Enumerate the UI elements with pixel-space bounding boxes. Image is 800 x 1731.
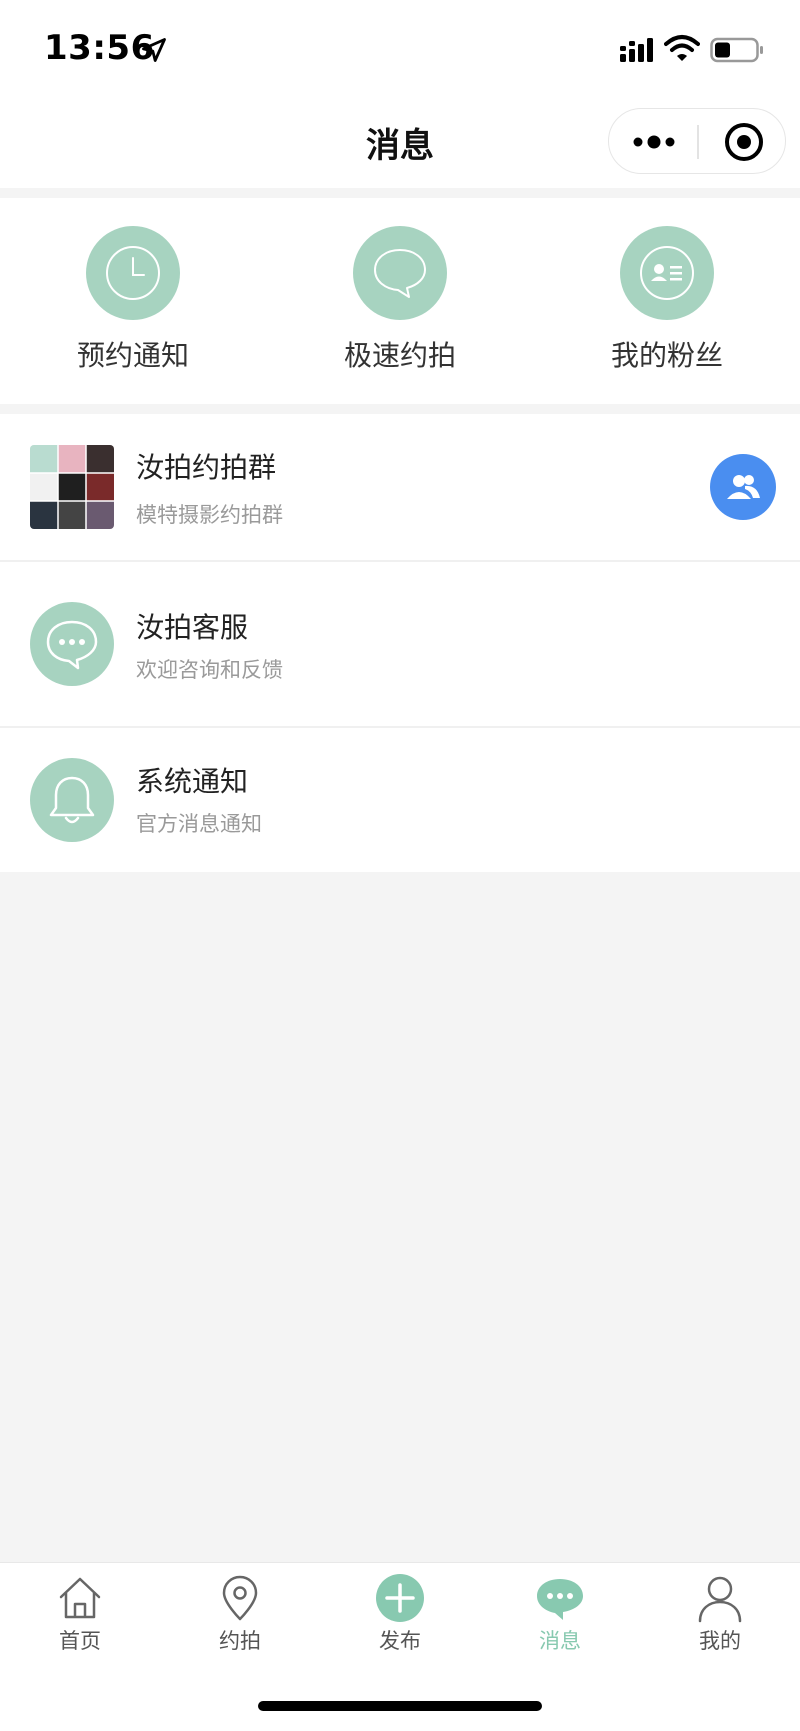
bell-icon [30, 758, 114, 842]
chat-bubble-icon [353, 226, 447, 320]
wifi-icon [664, 35, 700, 61]
list-item-system-notice[interactable]: 系统通知 官方消息通知 [0, 728, 800, 872]
cellular-signal-icon [620, 38, 653, 62]
battery-icon [710, 37, 763, 63]
tab-messages[interactable]: 消息 [480, 1573, 640, 1655]
id-card-icon [620, 226, 714, 320]
status-bar: 13:56 [0, 0, 800, 96]
shortcut-label: 预约通知 [76, 339, 189, 372]
group-members-icon[interactable] [710, 454, 776, 520]
shortcut-label: 极速约拍 [343, 339, 456, 372]
clock-icon [86, 226, 180, 320]
tab-label: 首页 [59, 1629, 101, 1653]
shortcut-label: 我的粉丝 [610, 339, 723, 372]
list-item-customer-service[interactable]: 汝拍客服 欢迎咨询和反馈 [0, 562, 800, 726]
more-options-icon[interactable] [631, 127, 677, 157]
miniprogram-capsule [608, 108, 786, 174]
list-item-title: 系统通知 [136, 765, 249, 798]
tab-label: 发布 [379, 1629, 421, 1653]
home-icon [59, 1577, 101, 1619]
message-icon [537, 1579, 583, 1620]
list-item-group-chat[interactable]: 汝拍约拍群 模特摄影约拍群 [0, 414, 800, 560]
list-item-title: 汝拍客服 [136, 611, 249, 644]
group-avatar-collage [30, 445, 114, 529]
shortcut-my-fans[interactable]: 我的粉丝 [567, 226, 767, 374]
nav-bar: 消息 [0, 96, 800, 188]
chat-dots-icon [30, 602, 114, 686]
status-time: 13:56 [44, 28, 155, 68]
list-item-title: 汝拍约拍群 [136, 451, 277, 484]
shortcut-booking-notice[interactable]: 预约通知 [33, 226, 233, 374]
list-item-subtitle: 欢迎咨询和反馈 [136, 658, 283, 682]
capsule-divider [697, 125, 699, 159]
shortcut-row: 预约通知 极速约拍 我的粉丝 [0, 198, 800, 404]
tab-label: 消息 [539, 1629, 581, 1653]
location-pin-icon [222, 1575, 258, 1621]
tab-profile[interactable]: 我的 [640, 1573, 800, 1655]
tab-booking[interactable]: 约拍 [160, 1573, 320, 1655]
shortcut-quick-shoot[interactable]: 极速约拍 [300, 226, 500, 374]
tab-label: 约拍 [219, 1629, 261, 1653]
list-item-subtitle: 官方消息通知 [136, 812, 262, 836]
plus-circle-icon [376, 1574, 424, 1622]
user-icon [698, 1576, 742, 1623]
location-arrow-icon [142, 38, 166, 62]
tab-label: 我的 [699, 1629, 741, 1653]
home-indicator [258, 1701, 542, 1711]
tab-publish[interactable]: 发布 [320, 1573, 480, 1655]
tab-home[interactable]: 首页 [0, 1573, 160, 1655]
close-miniprogram-icon[interactable] [723, 121, 765, 163]
list-item-subtitle: 模特摄影约拍群 [136, 503, 283, 527]
